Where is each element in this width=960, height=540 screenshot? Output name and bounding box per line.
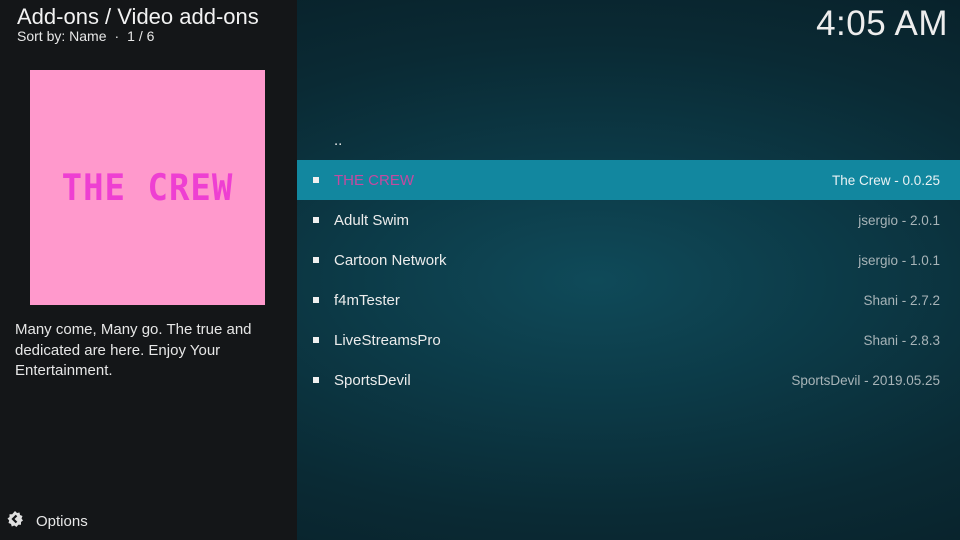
list-item-label: LiveStreamsPro — [334, 331, 441, 349]
clock: 4:05 AM — [816, 4, 948, 43]
list-item-f4mtester[interactable]: f4mTester Shani - 2.7.2 — [297, 280, 960, 320]
bullet-icon — [313, 337, 319, 343]
options-label: Options — [36, 512, 88, 530]
bullet-icon — [313, 257, 319, 263]
list-item-version: jsergio - 1.0.1 — [858, 252, 940, 268]
list-position: 1 / 6 — [127, 28, 155, 44]
addon-list: .. THE CREW The Crew - 0.0.25 Adult Swim… — [297, 120, 960, 400]
addon-thumbnail: THE CREW — [30, 70, 265, 305]
addon-description: Many come, Many go. The true and dedicat… — [15, 321, 252, 379]
list-item-cartoon-network[interactable]: Cartoon Network jsergio - 1.0.1 — [297, 240, 960, 280]
options-button[interactable]: Options — [6, 510, 88, 532]
sort-info[interactable]: Sort by: Name · 1 / 6 — [17, 28, 154, 44]
bullet-icon — [313, 177, 319, 183]
sort-label: Sort by: Name — [17, 28, 107, 44]
separator-dot: · — [114, 28, 120, 44]
list-item-the-crew[interactable]: THE CREW The Crew - 0.0.25 — [297, 160, 960, 200]
list-item-version: Shani - 2.7.2 — [863, 292, 940, 308]
list-item-label: THE CREW — [334, 171, 414, 189]
parent-folder-label: .. — [334, 131, 343, 149]
options-gear-icon — [6, 510, 24, 533]
list-item-label: Cartoon Network — [334, 251, 447, 269]
bullet-icon — [313, 217, 319, 223]
list-item-label: SportsDevil — [334, 371, 411, 389]
list-item-sportsdevil[interactable]: SportsDevil SportsDevil - 2019.05.25 — [297, 360, 960, 400]
list-item-version: jsergio - 2.0.1 — [858, 212, 940, 228]
list-item-version: The Crew - 0.0.25 — [831, 172, 940, 188]
list-item-adult-swim[interactable]: Adult Swim jsergio - 2.0.1 — [297, 200, 960, 240]
thumbnail-logo-text: THE CREW — [61, 165, 234, 210]
list-item-livestreamspro[interactable]: LiveStreamsPro Shani - 2.8.3 — [297, 320, 960, 360]
bullet-icon — [313, 377, 319, 383]
page-title: Add-ons / Video add-ons — [17, 4, 259, 29]
bullet-icon — [313, 297, 319, 303]
list-item-parent[interactable]: .. — [297, 120, 960, 160]
list-item-label: f4mTester — [334, 291, 400, 309]
list-item-label: Adult Swim — [334, 211, 410, 229]
list-item-version: SportsDevil - 2019.05.25 — [791, 372, 940, 388]
list-item-version: Shani - 2.8.3 — [863, 332, 940, 348]
